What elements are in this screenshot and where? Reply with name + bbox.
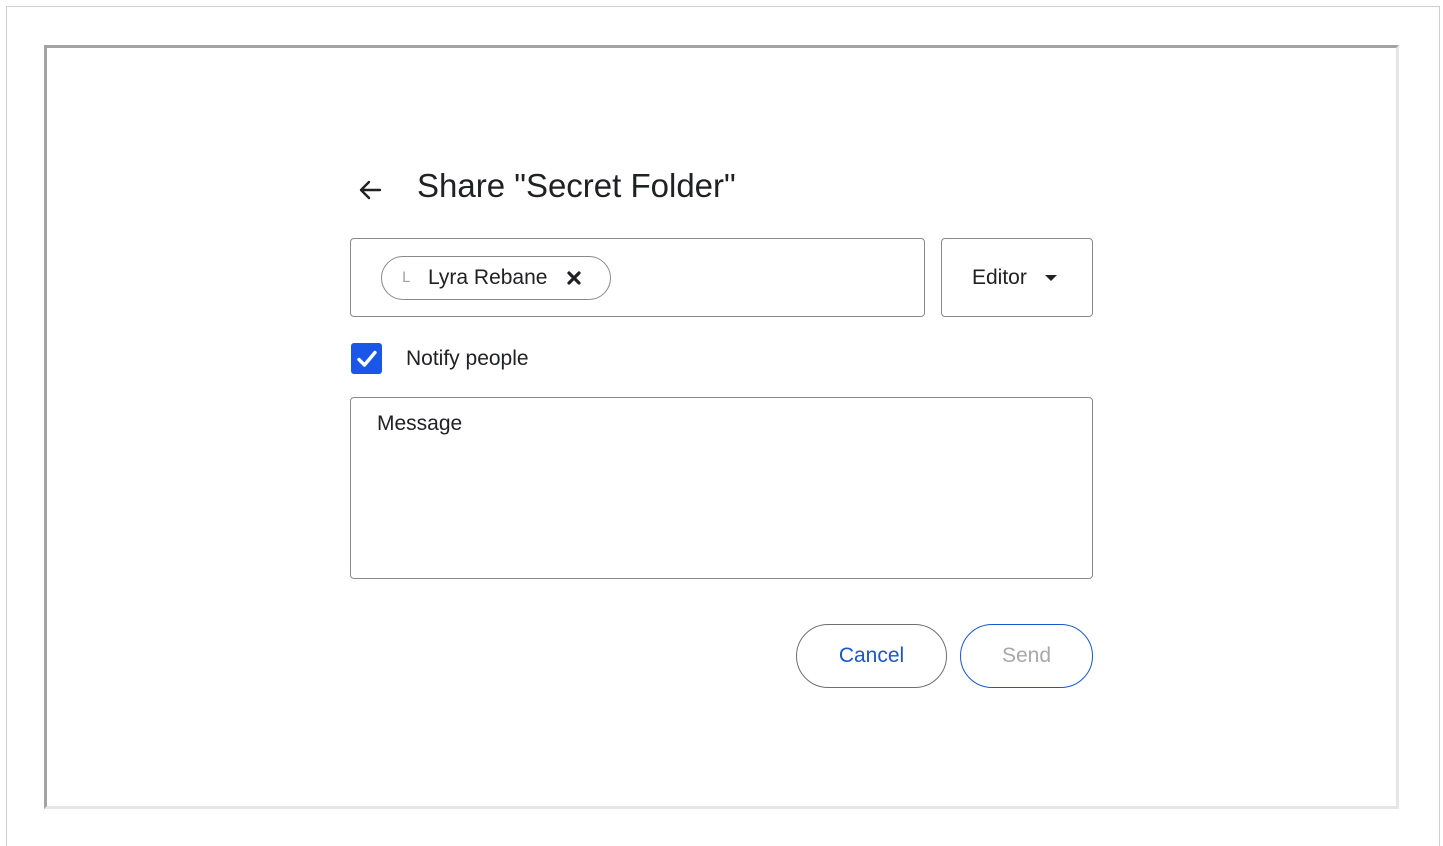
arrow-left-icon — [359, 180, 382, 200]
remove-recipient-button[interactable] — [564, 268, 584, 288]
recipient-chip[interactable]: L Lyra Rebane — [381, 256, 611, 300]
back-button[interactable] — [352, 172, 388, 208]
recipients-input[interactable]: L Lyra Rebane — [350, 238, 925, 317]
dialog-title: Share "Secret Folder" — [417, 167, 736, 204]
send-button[interactable]: Send — [960, 624, 1093, 688]
notify-people-option[interactable]: Notify people — [351, 343, 529, 374]
role-selected-value: Editor — [972, 265, 1027, 289]
recipient-name: Lyra Rebane — [428, 266, 548, 289]
checkmark-icon — [356, 350, 377, 367]
recipient-avatar: L — [402, 270, 410, 286]
caret-down-icon — [1044, 274, 1057, 281]
cancel-button[interactable]: Cancel — [796, 624, 947, 688]
message-textarea[interactable] — [350, 397, 1093, 579]
notify-label: Notify people — [406, 346, 529, 370]
role-dropdown[interactable]: Editor — [941, 238, 1093, 317]
close-x-icon — [567, 271, 582, 285]
notify-checkbox[interactable] — [351, 343, 382, 374]
